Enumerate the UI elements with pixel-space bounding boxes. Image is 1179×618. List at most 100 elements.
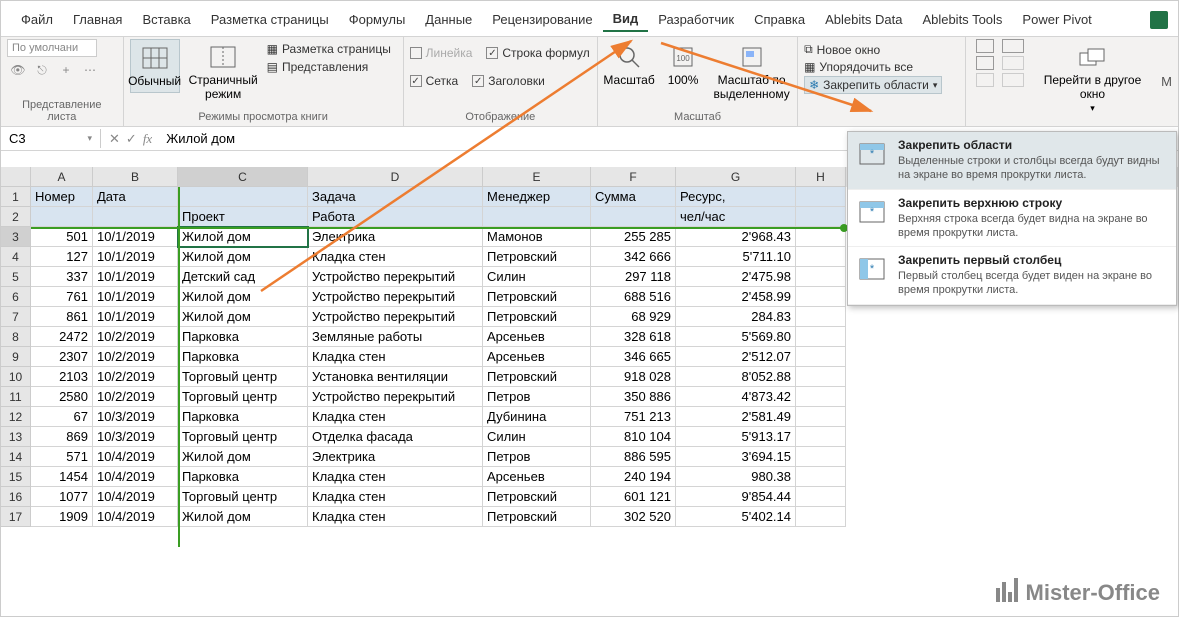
cell[interactable]: Петров: [483, 387, 591, 407]
cell[interactable]: Электрика: [308, 447, 483, 467]
row-header[interactable]: 16: [1, 487, 31, 507]
cell[interactable]: 67: [31, 407, 93, 427]
cell[interactable]: 2'512.07: [676, 347, 796, 367]
cell[interactable]: 10/1/2019: [93, 227, 178, 247]
cell[interactable]: 2472: [31, 327, 93, 347]
cell[interactable]: 501: [31, 227, 93, 247]
cell[interactable]: 10/1/2019: [93, 247, 178, 267]
cell[interactable]: 297 118: [591, 267, 676, 287]
cell[interactable]: 810 104: [591, 427, 676, 447]
tab-данные[interactable]: Данные: [415, 8, 482, 31]
tab-файл[interactable]: Файл: [11, 8, 63, 31]
cell[interactable]: Силин: [483, 267, 591, 287]
cell[interactable]: Кладка стен: [308, 487, 483, 507]
cell[interactable]: 861: [31, 307, 93, 327]
cell[interactable]: [796, 407, 846, 427]
cell[interactable]: 2103: [31, 367, 93, 387]
row-header[interactable]: 11: [1, 387, 31, 407]
cell[interactable]: 346 665: [591, 347, 676, 367]
cell[interactable]: 980.38: [676, 467, 796, 487]
freeze-menu-item[interactable]: *Закрепить верхнюю строкуВерхняя строка …: [848, 190, 1176, 248]
row-header[interactable]: 3: [1, 227, 31, 247]
cell[interactable]: 10/2/2019: [93, 327, 178, 347]
cell[interactable]: Торговый центр: [178, 367, 308, 387]
cell[interactable]: Парковка: [178, 327, 308, 347]
cell[interactable]: 127: [31, 247, 93, 267]
tab-ablebits-data[interactable]: Ablebits Data: [815, 8, 912, 31]
cell[interactable]: Арсеньев: [483, 327, 591, 347]
tab-разметка-страницы[interactable]: Разметка страницы: [201, 8, 339, 31]
cell[interactable]: Задача: [308, 187, 483, 207]
cell[interactable]: чел/час: [676, 207, 796, 227]
cell[interactable]: Ресурс,: [676, 187, 796, 207]
cell[interactable]: 571: [31, 447, 93, 467]
split-icon[interactable]: [976, 39, 994, 53]
cell[interactable]: 5'402.14: [676, 507, 796, 527]
cell[interactable]: 10/3/2019: [93, 427, 178, 447]
cell[interactable]: 10/1/2019: [93, 307, 178, 327]
cell[interactable]: Кладка стен: [308, 247, 483, 267]
cell[interactable]: Проект: [178, 207, 308, 227]
tab-ablebits-tools[interactable]: Ablebits Tools: [912, 8, 1012, 31]
row-header[interactable]: 12: [1, 407, 31, 427]
cell[interactable]: Кладка стен: [308, 347, 483, 367]
col-header[interactable]: A: [31, 167, 93, 187]
cell[interactable]: Жилой дом: [178, 227, 308, 247]
cell[interactable]: 10/4/2019: [93, 487, 178, 507]
cell[interactable]: 918 028: [591, 367, 676, 387]
cell[interactable]: 10/4/2019: [93, 507, 178, 527]
arrange-all-button[interactable]: ▦Упорядочить все: [804, 59, 934, 75]
row-header[interactable]: 14: [1, 447, 31, 467]
cell[interactable]: [796, 207, 846, 227]
headings-checkbox[interactable]: [472, 75, 484, 87]
select-all-corner[interactable]: [1, 167, 31, 187]
cell[interactable]: 337: [31, 267, 93, 287]
cell[interactable]: 10/2/2019: [93, 387, 178, 407]
cell[interactable]: Арсеньев: [483, 467, 591, 487]
tab-формулы[interactable]: Формулы: [339, 8, 416, 31]
cell[interactable]: [796, 327, 846, 347]
cell[interactable]: Парковка: [178, 467, 308, 487]
cell[interactable]: Петров: [483, 447, 591, 467]
cell[interactable]: 10/1/2019: [93, 287, 178, 307]
row-header[interactable]: 6: [1, 287, 31, 307]
tab-рецензирование[interactable]: Рецензирование: [482, 8, 602, 31]
cell[interactable]: Мамонов: [483, 227, 591, 247]
cell[interactable]: 2'581.49: [676, 407, 796, 427]
row-header[interactable]: 13: [1, 427, 31, 447]
cell[interactable]: 751 213: [591, 407, 676, 427]
cell[interactable]: Жилой дом: [178, 287, 308, 307]
cell[interactable]: [796, 347, 846, 367]
new-window-button[interactable]: ⧉Новое окно: [804, 41, 934, 58]
col-header[interactable]: H: [796, 167, 846, 187]
cell[interactable]: Дубинина: [483, 407, 591, 427]
cell[interactable]: Кладка стен: [308, 507, 483, 527]
cell[interactable]: 1454: [31, 467, 93, 487]
cell[interactable]: Петровский: [483, 307, 591, 327]
freeze-menu-item[interactable]: *Закрепить первый столбецПервый столбец …: [848, 247, 1176, 305]
formula-bar-checkbox[interactable]: [486, 47, 498, 59]
cell[interactable]: [178, 187, 308, 207]
cell[interactable]: 2307: [31, 347, 93, 367]
cell[interactable]: 886 595: [591, 447, 676, 467]
tab-разработчик[interactable]: Разработчик: [648, 8, 744, 31]
cell[interactable]: Жилой дом: [178, 247, 308, 267]
custom-views-button[interactable]: ▤Представления: [267, 59, 397, 75]
cell[interactable]: 5'569.80: [676, 327, 796, 347]
cell[interactable]: 342 666: [591, 247, 676, 267]
cell[interactable]: 10/4/2019: [93, 467, 178, 487]
page-layout-button[interactable]: ▦Разметка страницы: [267, 41, 397, 57]
freeze-panes-button[interactable]: ❄ Закрепить области ▾: [804, 76, 942, 94]
tab-справка[interactable]: Справка: [744, 8, 815, 31]
view-side-icon[interactable]: [1002, 39, 1024, 53]
name-box[interactable]: C3 ▾: [1, 129, 101, 148]
cell[interactable]: Сумма: [591, 187, 676, 207]
cell[interactable]: Жилой дом: [178, 307, 308, 327]
row-header[interactable]: 9: [1, 347, 31, 367]
unhide-icon[interactable]: [976, 73, 994, 87]
tab-вид[interactable]: Вид: [603, 7, 649, 32]
cell[interactable]: [796, 367, 846, 387]
cell[interactable]: 10/2/2019: [93, 347, 178, 367]
cell[interactable]: 255 285: [591, 227, 676, 247]
cell[interactable]: Петровский: [483, 287, 591, 307]
